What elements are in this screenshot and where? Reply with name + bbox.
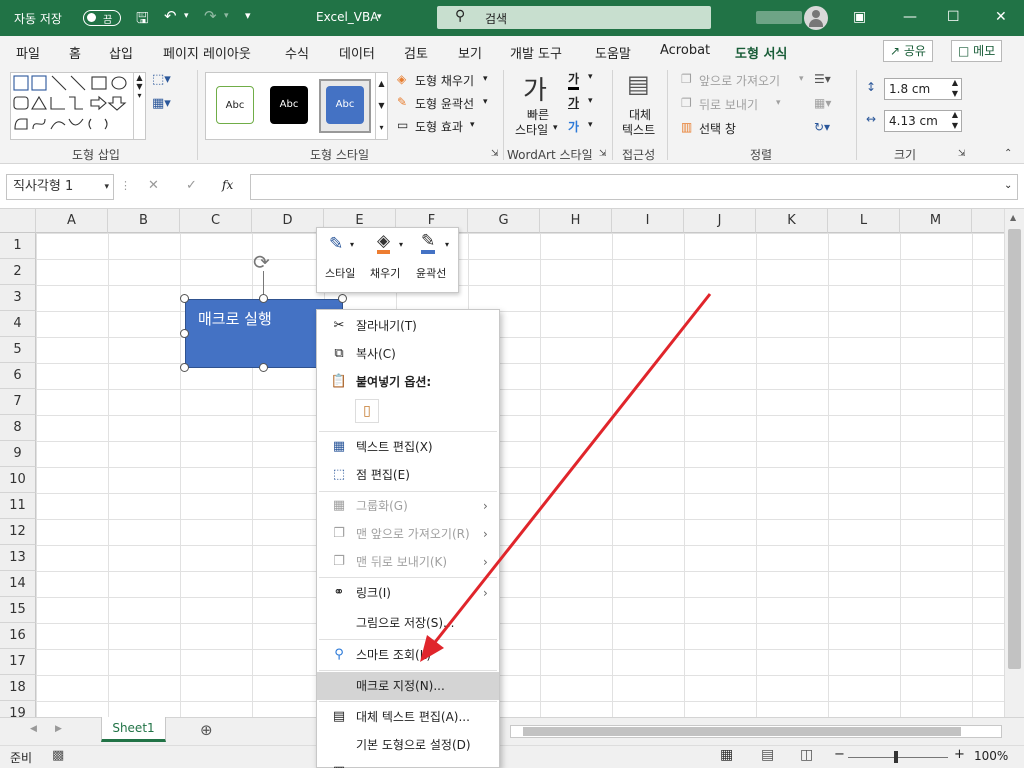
annotation-arrow-head (420, 635, 444, 662)
annotation-arrow (420, 293, 712, 662)
annotation-arrow-line (430, 293, 712, 647)
